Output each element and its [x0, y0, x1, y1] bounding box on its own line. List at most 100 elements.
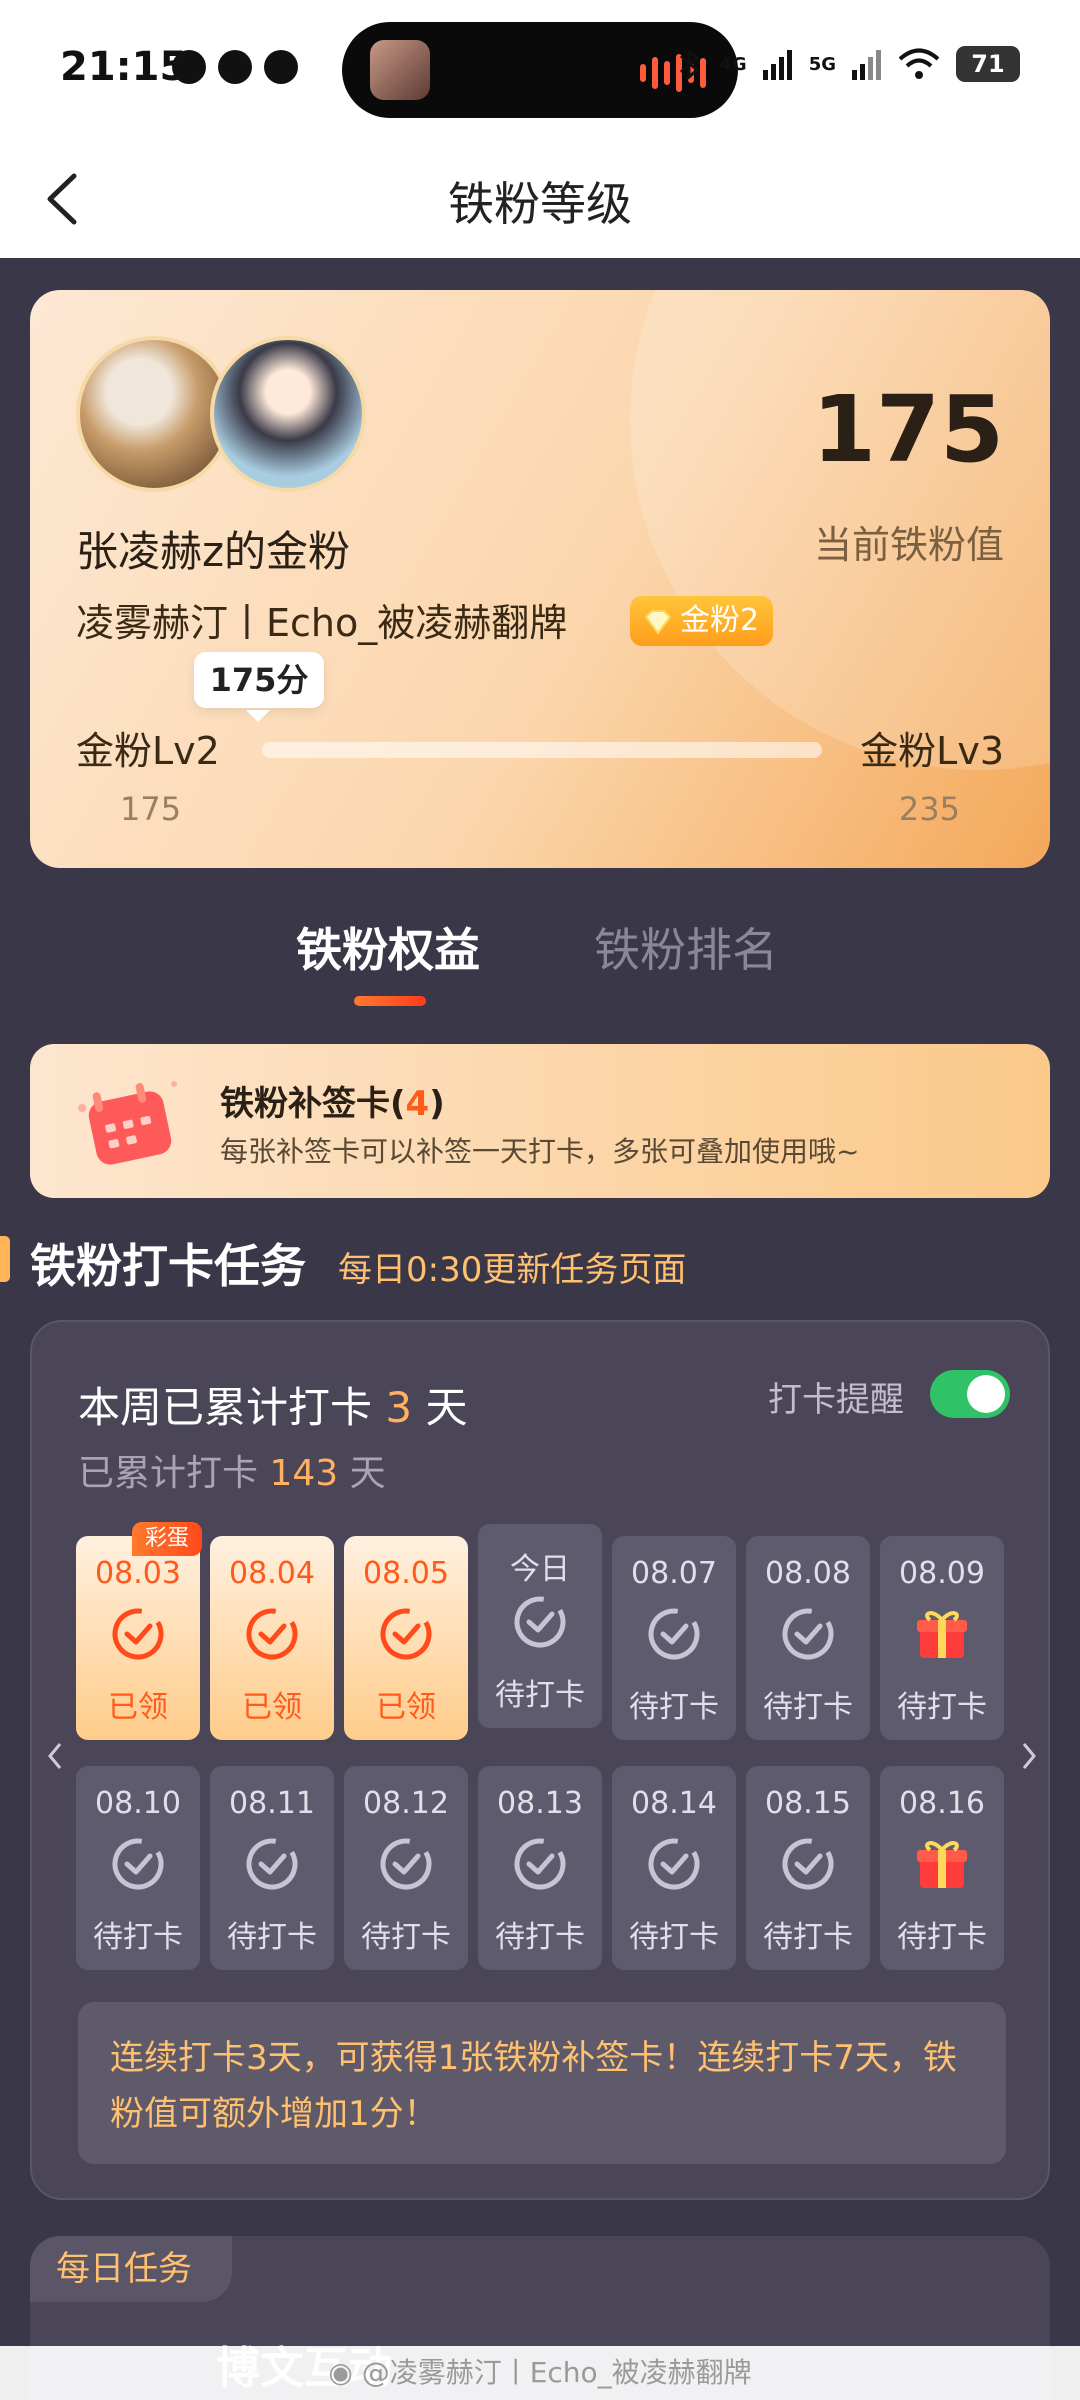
makeup-card-desc: 每张补签卡可以补签一天打卡，多张可叠加使用哦~ [220, 1135, 860, 1168]
fan-username: 凌雾赫汀丨Echo_被凌赫翻牌 [76, 601, 568, 645]
checkin-day-date: 08.10 [95, 1786, 181, 1821]
checkin-day-date: 08.03 [95, 1556, 181, 1591]
app-notification-icon [172, 50, 206, 84]
checkin-day-status: 待打卡 [227, 1920, 317, 1955]
status-time: 21:15 [60, 44, 188, 90]
checkin-day-status: 待打卡 [897, 1920, 987, 1955]
current-level-value: 175 [120, 790, 182, 828]
week-suffix: 天 [425, 1383, 468, 1432]
fan-group-name: 张凌赫z的金粉 [76, 527, 351, 576]
checkin-section-title: 铁粉打卡任务 [30, 1239, 306, 1293]
check-circle-icon [378, 1836, 434, 1892]
fan-score-label: 当前铁粉值 [813, 523, 1004, 567]
daily-tasks-tag: 每日任务 [30, 2236, 232, 2302]
total-checkin-count: 已累计打卡 143 天 [78, 1444, 386, 1496]
chevron-right-icon[interactable] [1014, 1736, 1044, 1776]
makeup-card-count: 4 [405, 1084, 430, 1124]
check-circle-icon [378, 1606, 434, 1662]
checkin-day-status: 待打卡 [629, 1690, 719, 1725]
signal-icon [852, 50, 881, 80]
total-suffix: 天 [349, 1453, 386, 1494]
current-level-label: 金粉Lv2 [76, 729, 220, 773]
checkin-day-cell[interactable]: 08.10 待打卡 [76, 1766, 200, 1970]
status-bar: 21:15 4G 5G 71 [0, 0, 1080, 140]
check-circle-icon [512, 1594, 568, 1650]
total-prefix: 已累计打卡 [78, 1453, 259, 1494]
makeup-card-title: 铁粉补签卡(4) [220, 1076, 445, 1125]
tab-fan-ranking[interactable]: 铁粉排名 [594, 914, 778, 980]
level-progress-bar [262, 742, 822, 758]
watermark-text: @凌雾赫汀丨Echo_被凌赫翻牌 [361, 2356, 752, 2389]
checkin-day-cell[interactable]: 08.16 待打卡 [880, 1766, 1004, 1970]
battery-indicator: 71 [956, 46, 1020, 82]
checkin-day-status: 待打卡 [495, 1920, 585, 1955]
checkin-day-cell[interactable]: 08.09 待打卡 [880, 1536, 1004, 1740]
gift-icon [914, 1606, 970, 1662]
checkin-day-cell[interactable]: 08.03 已领 彩蛋 [76, 1522, 202, 1740]
checkin-day-cell[interactable]: 08.12 待打卡 [344, 1766, 468, 1970]
checkin-day-cell[interactable]: 08.11 待打卡 [210, 1766, 334, 1970]
checkin-day-date: 08.12 [363, 1786, 449, 1821]
check-circle-icon [244, 1836, 300, 1892]
check-circle-icon [512, 1836, 568, 1892]
checkin-day-cell[interactable]: 08.15 待打卡 [746, 1766, 870, 1970]
nav-bar: 铁粉等级 [0, 140, 1080, 258]
fan-level-card: 张凌赫z的金粉 凌雾赫汀丨Echo_被凌赫翻牌 金粉2 175 当前铁粉值 17… [30, 290, 1050, 868]
check-circle-icon [646, 1836, 702, 1892]
section-accent-bar [0, 1236, 10, 1282]
checkin-day-cell[interactable]: 今日 待打卡 [478, 1524, 602, 1728]
signal-icon [762, 50, 792, 80]
checkin-day-date: 08.14 [631, 1786, 717, 1821]
fan-score-value: 175 [811, 376, 1004, 483]
checkin-day-date: 08.09 [899, 1556, 985, 1591]
tab-fan-benefits[interactable]: 铁粉权益 [296, 914, 480, 980]
calendar-icon [78, 1081, 177, 1165]
check-circle-icon [110, 1836, 166, 1892]
weibo-watermark: ◉ @凌雾赫汀丨Echo_被凌赫翻牌 [0, 2346, 1080, 2400]
checkin-day-cell[interactable]: 08.14 待打卡 [612, 1766, 736, 1970]
week-checkin-count: 本周已累计打卡 3 天 [78, 1374, 467, 1435]
checkin-remind-toggle[interactable] [930, 1370, 1010, 1418]
checkin-day-cell[interactable]: 08.04 已领 [210, 1536, 334, 1740]
checkin-day-cell[interactable]: 08.05 已领 [344, 1536, 468, 1740]
gift-icon [914, 1836, 970, 1892]
checkin-day-status: 待打卡 [763, 1920, 853, 1955]
fan-level-badge-label: 金粉2 [680, 603, 760, 638]
checkin-day-status: 待打卡 [629, 1920, 719, 1955]
chevron-left-icon[interactable] [40, 1736, 70, 1776]
fan-avatar[interactable] [76, 336, 232, 492]
checkin-day-date: 08.13 [497, 1786, 583, 1821]
status-right: 4G 5G 71 [677, 46, 1020, 82]
app-notification-icon [264, 50, 298, 84]
check-circle-icon [780, 1606, 836, 1662]
check-circle-icon [646, 1606, 702, 1662]
checkin-day-date: 08.11 [229, 1786, 315, 1821]
idol-avatar[interactable] [210, 336, 366, 492]
checkin-day-date: 08.08 [765, 1556, 851, 1591]
checkin-remind-label: 打卡提醒 [768, 1380, 904, 1420]
checkin-day-status: 待打卡 [495, 1678, 585, 1713]
checkin-day-cell[interactable]: 08.08 待打卡 [746, 1536, 870, 1740]
wifi-icon [898, 48, 940, 79]
checkin-day-status: 已领 [376, 1690, 436, 1725]
checkin-day-date: 08.16 [899, 1786, 985, 1821]
checkin-day-cell[interactable]: 08.07 待打卡 [612, 1536, 736, 1740]
check-circle-icon [244, 1606, 300, 1662]
app-notification-icon [218, 50, 252, 84]
checkin-day-date: 08.07 [631, 1556, 717, 1591]
checkin-day-date: 08.04 [229, 1556, 315, 1591]
makeup-card-banner[interactable]: 铁粉补签卡(4) 每张补签卡可以补签一天打卡，多张可叠加使用哦~ [30, 1044, 1050, 1198]
signal-label-2: 5G [808, 53, 836, 75]
easter-egg-tag: 彩蛋 [132, 1522, 202, 1556]
checkin-day-date: 08.15 [765, 1786, 851, 1821]
checkin-day-status: 待打卡 [763, 1690, 853, 1725]
next-level-value: 235 [898, 790, 960, 828]
bluetooth-icon [680, 47, 700, 81]
checkin-day-status: 待打卡 [361, 1920, 451, 1955]
island-album-art [370, 40, 430, 100]
checkin-day-status: 已领 [242, 1690, 302, 1725]
progress-tooltip: 175分 [194, 652, 324, 722]
makeup-card-title-start: 铁粉补签卡( [220, 1084, 406, 1124]
page-title: 铁粉等级 [448, 177, 632, 231]
checkin-day-cell[interactable]: 08.13 待打卡 [478, 1766, 602, 1970]
